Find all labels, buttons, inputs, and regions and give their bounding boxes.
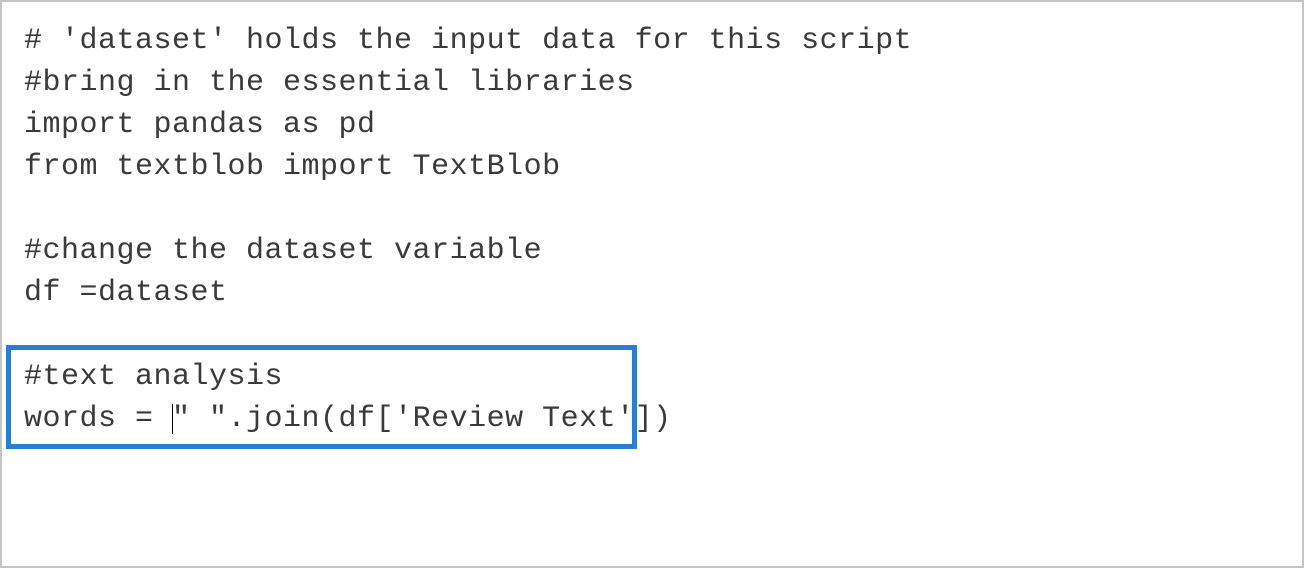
code-line[interactable]: from textblob import TextBlob [24,146,1280,188]
code-line[interactable]: df =dataset [24,272,1280,314]
code-line[interactable]: # 'dataset' holds the input data for thi… [24,20,1280,62]
code-text: words = [24,402,172,436]
code-line[interactable]: #text analysis [24,356,1280,398]
code-blank-line[interactable] [24,188,1280,230]
code-editor[interactable]: # 'dataset' holds the input data for thi… [0,0,1304,568]
code-line[interactable]: words = " ".join(df['Review Text']) [24,398,1280,440]
code-blank-line[interactable] [24,314,1280,356]
code-line[interactable]: #bring in the essential libraries [24,62,1280,104]
text-cursor [172,404,173,434]
code-line[interactable]: import pandas as pd [24,104,1280,146]
code-line[interactable]: #change the dataset variable [24,230,1280,272]
code-text: " ".join(df['Review Text']) [172,402,672,436]
